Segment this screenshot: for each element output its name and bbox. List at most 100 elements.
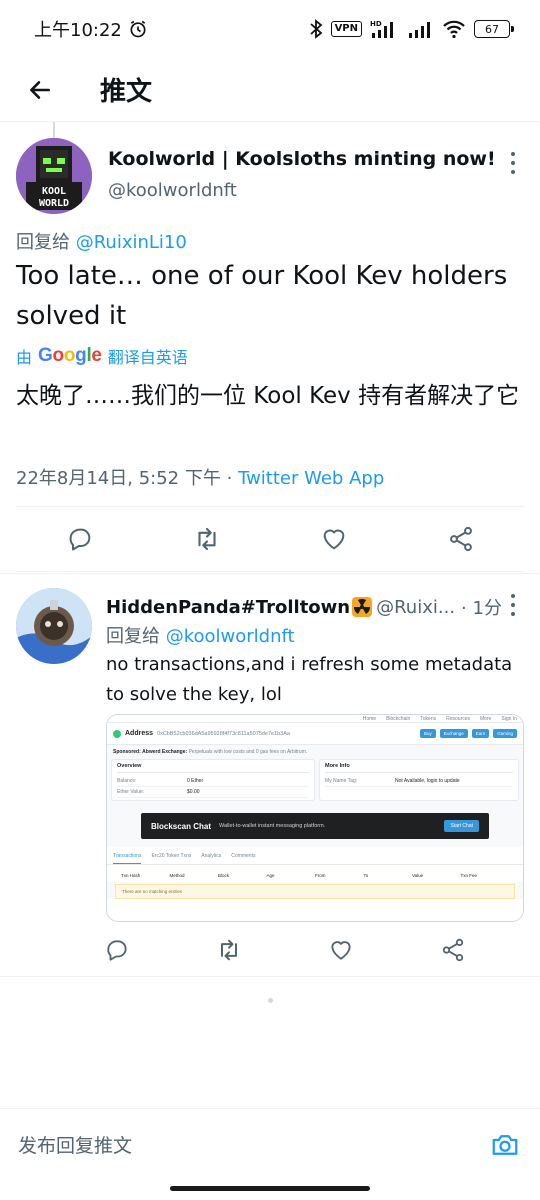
media-table-head: Txn Hash Method Block Age From To Value … — [107, 865, 523, 882]
author-name[interactable]: HiddenPanda#Trolltown — [106, 597, 350, 618]
camera-icon — [492, 1134, 518, 1155]
translate-row[interactable]: 由 Google 翻译自英语 — [16, 344, 188, 368]
media-row-label: My Name Tag: — [324, 778, 358, 784]
tweet-actions — [16, 506, 524, 572]
author-handle[interactable]: @Ruixi... — [376, 597, 455, 618]
media-tabs: Transactions Erc20 Token Txns Analytics … — [107, 847, 523, 865]
heart-icon — [331, 941, 351, 960]
battery-indicator: 67 — [474, 20, 514, 38]
retweet-icon — [221, 939, 237, 961]
media-col-header: To — [363, 873, 369, 878]
media-sponsored-label: Sponsored: — [113, 749, 141, 755]
media-nav-item: Tokens — [420, 715, 437, 722]
media-col-header: Age — [266, 873, 275, 878]
media-banner-text: Wallet-to-wallet instant messaging platf… — [219, 823, 326, 829]
address-avatar-icon — [113, 729, 121, 738]
retweet-icon — [197, 527, 216, 551]
alarm-icon — [130, 20, 146, 38]
tweet-actions — [100, 930, 470, 970]
google-logo: Google — [38, 345, 102, 366]
bluetooth-icon — [309, 19, 322, 39]
signal-hd-icon: HD — [370, 20, 393, 38]
media-col-header: Method — [169, 873, 185, 878]
dot-icon — [511, 603, 515, 607]
compose-placeholder[interactable]: 发布回复推文 — [18, 1131, 132, 1158]
media-moreinfo-card: More Info My Name Tag: Not Available, log… — [318, 759, 519, 801]
share-icon — [442, 938, 464, 962]
translated-text: 太晚了……我们的一位 Kool Kev 持有者解决了它 — [16, 383, 520, 409]
vpn-badge: VPN — [330, 21, 362, 37]
reply-mention[interactable]: @koolworldnft — [166, 626, 295, 647]
media-col-header: Txn Fee — [460, 873, 478, 878]
author-name[interactable]: Koolworld | Koolsloths minting now! — [108, 148, 496, 170]
koolworld-avatar-image: KOOL WORLD — [16, 138, 92, 214]
dot-icon — [511, 152, 515, 156]
tweet-meta: 22年8月14日, 5:52 下午 · Twitter Web App — [16, 464, 384, 490]
dot-icon — [511, 594, 515, 598]
media-row-label: Ether Value: — [117, 789, 145, 795]
avatar[interactable]: KOOL WORLD — [16, 138, 92, 214]
share-button[interactable] — [444, 522, 478, 556]
media-nav: Home Blockchain Tokens Resources More Si… — [363, 716, 517, 722]
author-handle[interactable]: @koolworldnft — [108, 180, 237, 201]
share-icon — [449, 526, 472, 552]
dot-icon — [511, 612, 515, 616]
media-sponsored-brand: Abwerd Exchange: — [142, 749, 188, 755]
reply-button[interactable] — [100, 933, 134, 967]
home-indicator[interactable] — [170, 1186, 370, 1191]
media-row-value: Not Available, login to update — [394, 778, 460, 784]
hiddenpanda-avatar-image — [16, 588, 92, 664]
attached-image[interactable]: Home Blockchain Tokens Resources More Si… — [106, 714, 524, 922]
media-tab: Analytics — [201, 853, 222, 859]
media-nav-item: Sign In — [501, 715, 517, 722]
media-col-header: From — [315, 873, 326, 878]
more-options-button[interactable] — [508, 152, 518, 174]
arrow-left-icon — [30, 80, 50, 99]
media-sponsored-text: Perpetuals with low costs and 0 gas fees… — [188, 749, 308, 755]
translate-by: 由 — [16, 348, 33, 367]
media-button: Gaming — [493, 729, 517, 738]
meta-separator: · — [226, 468, 233, 489]
retweet-button[interactable] — [190, 522, 224, 556]
media-banner-logo: Blockscan Chat — [151, 821, 212, 831]
media-col-header: Value — [412, 873, 424, 878]
camera-button[interactable] — [488, 1128, 522, 1162]
reply-mention[interactable]: @RuixinLi10 — [76, 232, 187, 253]
more-options-button[interactable] — [508, 594, 518, 616]
dot-icon — [511, 170, 515, 174]
media-button: Exchange — [439, 729, 468, 738]
media-address-row: Address 0xCbB52cb036dA5a95928f4f73c811a5… — [107, 723, 523, 745]
source-app-link[interactable]: Twitter Web App — [238, 468, 384, 489]
media-empty-message: There are no matching entries — [115, 884, 515, 899]
reply-icon — [69, 528, 90, 551]
back-button[interactable] — [20, 70, 60, 110]
media-top-bar: Home Blockchain Tokens Resources More Si… — [107, 715, 523, 723]
media-tab: Comments — [231, 853, 256, 859]
radioactive-icon — [352, 597, 373, 617]
hd-label: HD — [370, 20, 382, 28]
reply-tweet[interactable]: HiddenPanda#Trolltown @Ruixi... · 1分 回复给… — [0, 573, 540, 977]
heart-icon — [323, 529, 344, 550]
media-banner: Blockscan Chat Wallet-to-wallet instant … — [141, 813, 489, 839]
media-nav-item: Blockchain — [386, 715, 411, 722]
like-button[interactable] — [317, 522, 351, 556]
page-title: 推文 — [100, 77, 153, 107]
reply-icon — [107, 940, 127, 961]
loading-indicator — [268, 998, 273, 1003]
media-overview-card: Overview Balance: 0 Ether Ether Value: $0.… — [111, 759, 315, 801]
reply-button[interactable] — [63, 522, 97, 556]
reply-composer[interactable]: 发布回复推文 — [0, 1108, 540, 1180]
tweet-text: no transactions,and i refresh some metad… — [106, 654, 513, 705]
media-tab: Transactions — [113, 853, 142, 864]
retweet-button[interactable] — [212, 933, 246, 967]
media-nav-item: Resources — [446, 715, 471, 722]
share-button[interactable] — [436, 933, 470, 967]
like-button[interactable] — [324, 933, 358, 967]
status-time: 上午10:22 — [34, 20, 122, 41]
media-card-title: More Info — [324, 763, 513, 773]
media-tab: Erc20 Token Txns — [151, 853, 192, 859]
reply-header: HiddenPanda#Trolltown @Ruixi... · 1分 — [106, 594, 501, 620]
translate-label[interactable]: 翻译自英语 — [108, 344, 188, 368]
media-nav-item: More — [480, 715, 492, 722]
avatar[interactable] — [16, 588, 92, 664]
